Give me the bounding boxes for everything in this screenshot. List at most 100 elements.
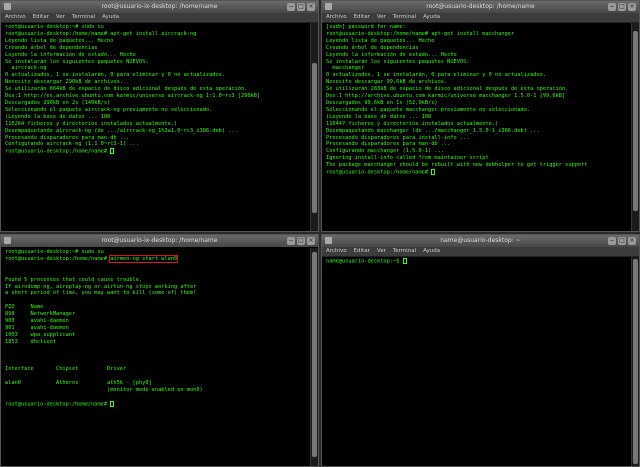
- terminal-line: Configurando macchanger (1.5.0-1) ...: [326, 148, 444, 155]
- menu-ayuda[interactable]: Ayuda: [423, 247, 440, 256]
- terminal-line: (monitor mode enabled on mon0): [5, 387, 203, 394]
- menu-ver[interactable]: Ver: [377, 247, 386, 256]
- cursor-icon: [110, 400, 115, 407]
- window-title: root@usuario-ix-desktop: /home/name: [101, 237, 218, 244]
- terminal-line: root@usuario-desktop:~# sudo su: [5, 24, 104, 30]
- minimize-button[interactable]: −: [608, 237, 616, 245]
- terminal-icon: [325, 3, 332, 10]
- cursor-icon: [110, 148, 115, 155]
- terminal-line: 901 avahi-daemon: [5, 324, 69, 331]
- highlighted-command: airmon-ng start wlan0: [109, 254, 179, 263]
- terminal-line: (Leyendo la base de datos ... 108: [326, 113, 432, 120]
- terminal-line: name@usuario-desktop:~$: [326, 258, 628, 265]
- menu-bar: Archivo Editar Ver Terminal Ayuda: [322, 13, 639, 23]
- terminal-icon: [4, 237, 11, 244]
- scrollbar[interactable]: [631, 257, 639, 466]
- maximize-button[interactable]: □: [618, 3, 626, 11]
- terminal-line: Seleccionando el paquete aircrack-ng pre…: [5, 106, 213, 113]
- minimize-button[interactable]: −: [608, 3, 616, 11]
- terminal-line: root@usuario-desktop:/home/name#: [5, 148, 307, 155]
- terminal-line: Leyendo lista de paquetes... Hecho: [5, 37, 114, 44]
- cursor-icon: [431, 169, 436, 176]
- terminal-line: (Leyendo la base de datos ... 108: [5, 113, 111, 120]
- title-bar[interactable]: root@usuario-desktop: /home/name − □ ×: [322, 1, 639, 13]
- terminal-line: Ignoring install-info called from mainta…: [326, 155, 489, 162]
- terminal-line: Desempaquetando aircrack-ng (de .../airc…: [5, 127, 238, 134]
- terminal-line: Desempaquetando macchanger (de .../macch…: [326, 127, 540, 134]
- menu-bar: Archivo Editar Ver Terminal Ayuda: [1, 13, 318, 23]
- menu-archivo[interactable]: Archivo: [326, 247, 347, 256]
- terminal-line: The package macchanger should be rebuilt…: [326, 162, 588, 169]
- terminal-line: Se utilizarán 864kB de espacio de disco …: [5, 86, 248, 93]
- close-button[interactable]: ×: [307, 237, 315, 245]
- terminal-icon: [325, 237, 332, 244]
- terminal-line: PID Name: [5, 304, 44, 311]
- menu-terminal[interactable]: Terminal: [72, 13, 95, 22]
- menu-editar[interactable]: Editar: [354, 247, 370, 256]
- terminal-line: Procesando disparadores para install-inf…: [326, 134, 470, 141]
- terminal-line: Se instalarán los siguientes paquetes NU…: [5, 58, 149, 65]
- menu-archivo[interactable]: Archivo: [326, 13, 347, 22]
- terminal-line: Procesando disparadores para man-db ...: [5, 134, 130, 141]
- close-button[interactable]: ×: [628, 237, 636, 245]
- maximize-button[interactable]: □: [297, 3, 305, 11]
- terminal-line: Se utilizarán 283kB de espacio de disco …: [326, 86, 569, 93]
- minimize-button[interactable]: −: [287, 3, 295, 11]
- scrollbar[interactable]: [631, 23, 639, 231]
- menu-ayuda[interactable]: Ayuda: [423, 13, 440, 22]
- menu-editar[interactable]: Editar: [354, 13, 370, 22]
- title-bar[interactable]: root@usuario-ix-desktop: /home/name − □ …: [1, 1, 318, 13]
- terminal-output[interactable]: root@usuario-desktop:~# sudo su root@usua…: [3, 23, 309, 231]
- title-bar[interactable]: name@usuario-desktop: ~ − □ ×: [322, 235, 639, 247]
- terminal-line: root@usuario-desktop:/home/name# apt-get…: [5, 30, 197, 37]
- maximize-button[interactable]: □: [618, 237, 626, 245]
- window-title: root@usuario-desktop: /home/name: [426, 3, 535, 10]
- terminal-window-bottom-right[interactable]: name@usuario-desktop: ~ − □ × Archivo Ed…: [321, 234, 640, 467]
- close-button[interactable]: ×: [307, 3, 315, 11]
- terminal-output[interactable]: [sudo] password for name: root@usuario-de…: [324, 23, 630, 231]
- menu-ver[interactable]: Ver: [377, 13, 386, 22]
- window-title: name@usuario-desktop: ~: [440, 237, 521, 244]
- terminal-line: 110264 ficheros y directorios instalados…: [5, 120, 178, 127]
- terminal-window-bottom-left[interactable]: root@usuario-ix-desktop: /home/name − □ …: [0, 234, 319, 467]
- maximize-button[interactable]: □: [297, 237, 305, 245]
- terminal-line: Creando árbol de dependencias: [326, 44, 419, 51]
- menu-ver[interactable]: Ver: [56, 13, 65, 22]
- terminal-line: [sudo] password for name:: [326, 24, 406, 30]
- terminal-line: Leyendo la información de estado... Hech…: [326, 51, 457, 58]
- terminal-line: root@usuario-desktop:/home/name# apt-get…: [326, 30, 515, 37]
- scrollbar[interactable]: [310, 23, 318, 231]
- close-button[interactable]: ×: [628, 3, 636, 11]
- terminal-line: root@usuario-desktop:/home/name# airmon-…: [5, 254, 179, 263]
- cursor-icon: [402, 258, 407, 264]
- terminal-line: Seleccionando el paquete macchanger prev…: [326, 106, 531, 113]
- menu-bar: Archivo Editar Ver Terminal Ayuda: [322, 247, 639, 257]
- menu-archivo[interactable]: Archivo: [5, 13, 26, 22]
- title-bar[interactable]: root@usuario-ix-desktop: /home/name − □ …: [1, 235, 318, 247]
- terminal-line: 0 actualizados, 1 se instalarán, 0 para …: [5, 72, 226, 79]
- terminal-line: Procesando disparadores para man-db ...: [326, 141, 451, 148]
- terminal-line: 900 avahi-daemon: [5, 318, 69, 325]
- terminal-line: wlan0 Atheros ath5k - [phy0]: [5, 380, 152, 387]
- terminal-window-top-right[interactable]: root@usuario-desktop: /home/name − □ × A…: [321, 0, 640, 232]
- terminal-window-top-left[interactable]: root@usuario-ix-desktop: /home/name − □ …: [0, 0, 319, 232]
- terminal-output[interactable]: root@usuario-desktop:~# sudo su root@usua…: [3, 248, 309, 466]
- minimize-button[interactable]: −: [287, 237, 295, 245]
- menu-terminal[interactable]: Terminal: [393, 247, 416, 256]
- menu-editar[interactable]: Editar: [33, 13, 49, 22]
- terminal-line: Leyendo la información de estado... Hech…: [5, 51, 136, 58]
- terminal-output[interactable]: name@usuario-desktop:~$: [324, 257, 630, 466]
- terminal-line: 1853 dhclient: [5, 338, 57, 345]
- terminal-line: Leyendo lista de paquetes... Hecho: [326, 37, 435, 44]
- terminal-line: Descargados 99,6kB en 1s (52,9kB/s): [326, 99, 438, 106]
- terminal-line: root@usuario-desktop:~# sudo su: [5, 249, 104, 255]
- menu-terminal[interactable]: Terminal: [393, 13, 416, 22]
- scrollbar[interactable]: [310, 248, 318, 466]
- menu-ayuda[interactable]: Ayuda: [102, 13, 119, 22]
- terminal-line: Descargados 290kB en 2s (140kB/s): [5, 99, 111, 106]
